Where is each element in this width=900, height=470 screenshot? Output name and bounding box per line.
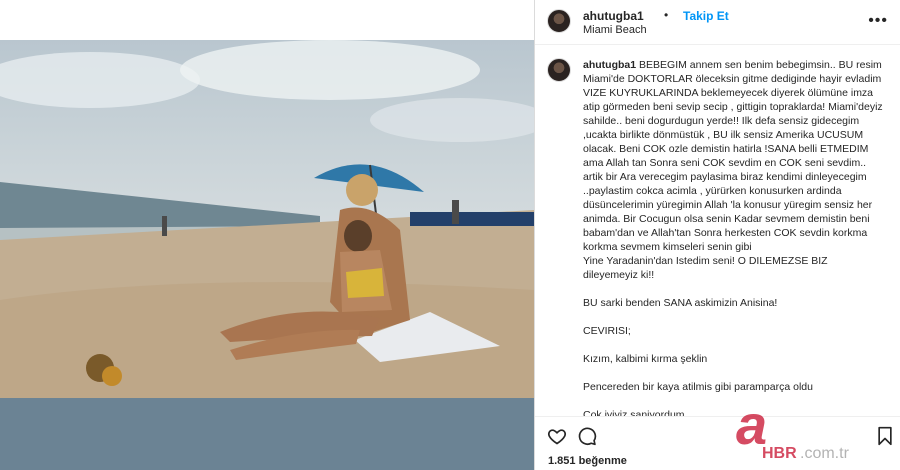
- actions-divider: [535, 416, 900, 417]
- location-link[interactable]: Miami Beach: [583, 24, 647, 36]
- caption-avatar[interactable]: [547, 58, 571, 82]
- bookmark-icon[interactable]: [876, 426, 894, 451]
- heart-icon[interactable]: [547, 426, 567, 451]
- caption-text: ahutugba1 BEBEGIM annem sen benim bebegi…: [583, 58, 883, 416]
- action-bar: [535, 420, 900, 448]
- media-bottom-band: [0, 398, 534, 470]
- follow-button[interactable]: Takip Et: [683, 9, 729, 23]
- comment-icon[interactable]: [577, 426, 597, 451]
- beach-photo-illustration: [0, 40, 534, 398]
- post-photo[interactable]: [0, 40, 534, 398]
- caption-area: ahutugba1 BEBEGIM annem sen benim bebegi…: [535, 46, 900, 416]
- avatar[interactable]: [547, 9, 571, 33]
- more-options-icon[interactable]: •••: [868, 12, 888, 30]
- separator-dot: •: [664, 8, 669, 22]
- like-count[interactable]: 1.851 beğenme: [548, 455, 627, 467]
- header-username[interactable]: ahutugba1: [583, 9, 644, 23]
- media-top-margin: [0, 0, 534, 40]
- caption-body: BEBEGIM annem sen benim bebegimsin.. BU …: [583, 59, 883, 416]
- caption-username[interactable]: ahutugba1: [583, 59, 636, 71]
- post-header: ahutugba1 • Takip Et Miami Beach •••: [535, 0, 900, 45]
- post-media[interactable]: [0, 0, 534, 470]
